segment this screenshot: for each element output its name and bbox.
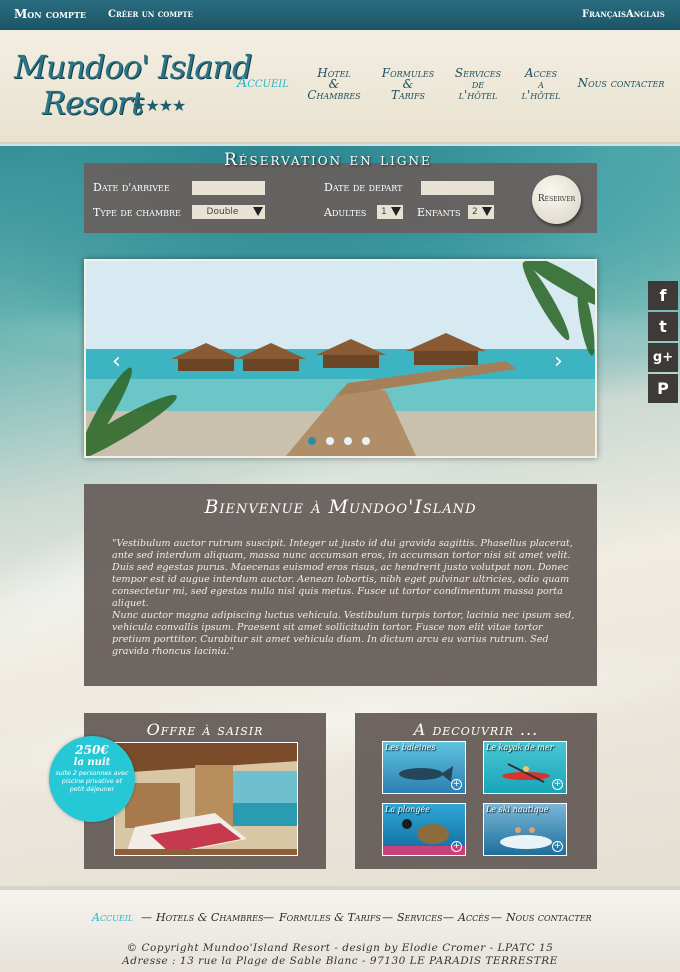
- discover-tile-kayak[interactable]: Le kayak de mer +: [483, 741, 567, 794]
- room-type-select[interactable]: Double: [192, 205, 265, 219]
- nav-hotel-rooms[interactable]: Hotel & Chambres: [304, 67, 364, 102]
- nav-hotel-line3: Chambres: [307, 88, 361, 102]
- address-line: Adresse : 13 rue la Plage de Sable Blanc…: [122, 955, 558, 967]
- offer-room-photo[interactable]: [114, 742, 298, 856]
- slider-prev-arrow[interactable]: ‹: [112, 349, 121, 374]
- adults-value: 1: [381, 207, 387, 217]
- stars-rating: ★★★★: [132, 96, 186, 115]
- google-plus-icon[interactable]: g+: [648, 343, 678, 372]
- pinterest-icon[interactable]: P: [648, 374, 678, 403]
- lang-english-link[interactable]: Anglais: [626, 9, 665, 20]
- footer-separator: —: [382, 911, 393, 924]
- plus-icon: +: [451, 779, 462, 790]
- slider-next-arrow[interactable]: ›: [554, 349, 563, 374]
- room-type-label: Type de chambre: [93, 206, 181, 219]
- footer-separator: —: [141, 911, 152, 924]
- copyright-line: © Copyright Mundoo'Island Resort - desig…: [126, 942, 554, 954]
- overwater-bungalows-photo: [86, 261, 595, 456]
- adults-select[interactable]: 1: [377, 205, 403, 219]
- footer-nav-formulas[interactable]: Formules & Tarifs: [279, 911, 381, 924]
- site-footer: Accueil — Hotels & Chambres — Formules &…: [0, 886, 680, 972]
- nav-formulas-line3: Tarifs: [391, 88, 425, 102]
- footer-nav-home[interactable]: Accueil: [92, 911, 133, 924]
- nav-formulas-rates[interactable]: Formules & Tarifs: [380, 67, 436, 102]
- top-bar: Mon compte Créer un compte Français Angl…: [0, 0, 680, 30]
- children-select[interactable]: 2: [468, 205, 494, 219]
- footer-separator: —: [443, 911, 454, 924]
- discover-tile-diving[interactable]: La plongée +: [382, 803, 466, 856]
- reservation-title: Réservation en ligne: [224, 150, 432, 170]
- slider-dot-1[interactable]: [308, 437, 316, 445]
- nav-services[interactable]: Services de l'hôtel: [450, 67, 506, 102]
- site-header: Mundoo' Island Resort ★★★★ Accueil Hotel…: [0, 30, 680, 144]
- tile-label: Le kayak de mer: [486, 743, 554, 752]
- welcome-title: Bienvenue à Mundoo'Island: [204, 496, 477, 518]
- nav-access-line3: l'hôtel: [521, 88, 561, 102]
- discover-tile-waterski[interactable]: Le ski nautique +: [483, 803, 567, 856]
- discover-title: A decouvrir ...: [413, 720, 539, 739]
- create-account-link[interactable]: Créer un compte: [108, 9, 193, 20]
- welcome-paragraph-2: Nunc auctor magna adipiscing luctus vehi…: [112, 610, 575, 657]
- price-value: 250€: [75, 743, 109, 757]
- logo-line1: Mundoo' Island: [14, 48, 252, 86]
- nav-access[interactable]: Acces a l'hôtel: [516, 67, 566, 102]
- reserve-button[interactable]: Réserver: [532, 175, 581, 224]
- reservation-panel: [84, 163, 597, 233]
- nav-contact[interactable]: Nous contacter: [576, 76, 666, 90]
- nav-contact-label: Nous contacter: [577, 76, 665, 90]
- nav-home[interactable]: Accueil: [236, 75, 290, 91]
- footer-nav-access[interactable]: Accès: [458, 911, 490, 924]
- children-label: Enfants: [417, 206, 461, 219]
- price-badge: 250€ la nuit suite 2 personnes avec pisc…: [49, 736, 135, 822]
- discover-tile-whales[interactable]: Les baleines +: [382, 741, 466, 794]
- lang-french-link[interactable]: Français: [582, 9, 626, 20]
- arrival-label: Date d'arrivee: [93, 181, 170, 194]
- chevron-down-icon: [391, 207, 401, 216]
- footer-separator: —: [263, 911, 274, 924]
- my-account-link[interactable]: Mon compte: [14, 7, 86, 21]
- plus-icon: +: [451, 841, 462, 852]
- twitter-icon[interactable]: t: [648, 312, 678, 341]
- slider-dot-3[interactable]: [344, 437, 352, 445]
- chevron-down-icon: [482, 207, 492, 216]
- departure-label: Date de depart: [324, 181, 403, 194]
- arrival-date-input[interactable]: [192, 181, 265, 195]
- chevron-down-icon: [253, 207, 263, 216]
- departure-date-input[interactable]: [421, 181, 494, 195]
- image-slider: ‹ ›: [84, 259, 597, 458]
- tile-label: Les baleines: [385, 743, 436, 752]
- resort-logo[interactable]: Mundoo' Island Resort ★★★★: [14, 48, 252, 138]
- welcome-panel: Bienvenue à Mundoo'Island "Vestibulum au…: [84, 484, 597, 686]
- nav-services-line3: l'hôtel: [458, 88, 498, 102]
- welcome-text: "Vestibulum auctor rutrum suscipit. Inte…: [112, 538, 582, 658]
- footer-nav-services[interactable]: Services: [397, 911, 443, 924]
- footer-separator: —: [491, 911, 502, 924]
- tile-label: La plongée: [385, 805, 430, 814]
- children-value: 2: [472, 207, 478, 217]
- slider-dot-2[interactable]: [326, 437, 334, 445]
- welcome-paragraph-1: "Vestibulum auctor rutrum suscipit. Inte…: [112, 538, 573, 609]
- price-per: la nuit: [73, 757, 111, 768]
- price-details: suite 2 personnes avec piscine privative…: [55, 770, 129, 793]
- adults-label: Adultes: [324, 206, 367, 219]
- tile-label: Le ski nautique: [486, 805, 549, 814]
- logo-line2: Resort: [42, 84, 144, 122]
- slider-dot-4[interactable]: [362, 437, 370, 445]
- footer-copyright: © Copyright Mundoo'Island Resort - desig…: [0, 942, 680, 968]
- footer-nav-contact[interactable]: Nous contacter: [506, 911, 592, 924]
- plus-icon: +: [552, 779, 563, 790]
- plus-icon: +: [552, 841, 563, 852]
- footer-nav-hotels[interactable]: Hotels & Chambres: [156, 911, 264, 924]
- facebook-icon[interactable]: f: [648, 281, 678, 310]
- offer-title: Offre à saisir: [146, 720, 264, 739]
- nav-home-label: Accueil: [237, 75, 289, 91]
- room-type-value: Double: [206, 207, 239, 217]
